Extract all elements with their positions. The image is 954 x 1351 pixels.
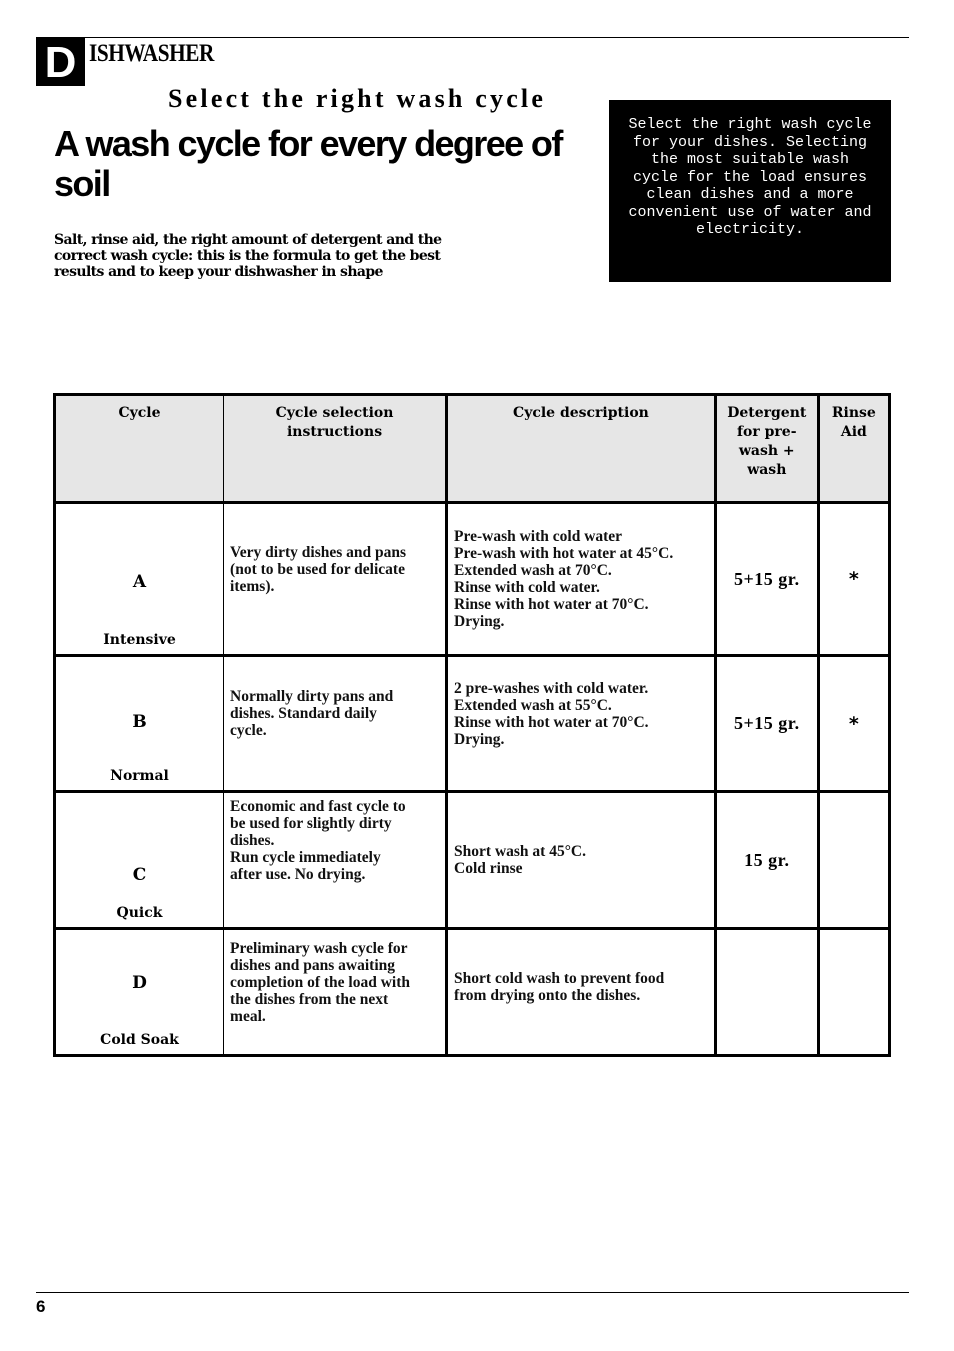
instruction-line: be used for slightly dirty	[230, 815, 392, 832]
drop-cap-letter: D	[44, 38, 77, 87]
cycle-letter: C	[132, 865, 147, 885]
instruction-line: (not to be used for delicate	[230, 560, 405, 578]
page-subtitle: Select the right wash cycle	[168, 84, 547, 113]
detergent-cell	[713, 928, 820, 1056]
description-line: from drying onto the dishes.	[454, 987, 641, 1004]
instruction-line: cycle.	[230, 722, 267, 739]
instruction-line: dishes.	[230, 832, 275, 849]
description-cell: Short cold wash to prevent food from dryi…	[445, 928, 717, 1056]
description-line: Rinse with hot water at 70°C.	[454, 713, 649, 731]
header-instructions-label: Cycle selection instructions	[275, 405, 394, 440]
table-row: A Intensive Very dirty dishes and pans (not…	[52, 502, 892, 656]
cycle-name: Quick	[116, 905, 163, 921]
header-detergent: Detergent for pre-wash + wash	[713, 394, 820, 503]
instruction-line: Preliminary wash cycle for	[230, 940, 408, 957]
description-line: Cold rinse	[454, 860, 523, 877]
description-line: Pre-wash with cold water	[454, 528, 623, 545]
instruction-line: Economic and fast cycle to	[230, 798, 406, 815]
description-line: 2 pre-washes with cold water.	[454, 679, 649, 697]
page-headline: A wash cycle for every degree of soil	[54, 123, 563, 204]
header-cycle: Cycle	[52, 394, 225, 503]
instructions-cell: Very dirty dishes and pans (not to be use…	[223, 502, 449, 656]
description-line: Drying.	[454, 730, 505, 748]
instruction-line: Normally dirty pans and	[230, 688, 394, 705]
instructions-cell: Normally dirty pans and dishes. Standard …	[223, 655, 449, 792]
cycle-letter: D	[132, 973, 147, 993]
header-instructions: Cycle selection instructions	[223, 394, 449, 503]
instruction-line: the dishes from the next	[230, 991, 389, 1008]
detergent-cell: 15 gr.	[713, 791, 820, 929]
description-cell: Short wash at 45°C. Cold rinse	[445, 791, 717, 929]
section-title: ISHWASHER	[89, 40, 214, 67]
header-detergent-label: Detergent for pre-wash + wash	[727, 405, 807, 478]
instruction-line: Run cycle immediately	[230, 849, 381, 866]
cycle-cell: A Intensive	[52, 502, 225, 656]
instruction-line: after use. No drying.	[230, 866, 366, 883]
cycle-name: Cold Soak	[100, 1032, 179, 1048]
description-line: Extended wash at 55°C.	[454, 696, 612, 714]
callout-text: Select the right wash cycle for your dis…	[628, 116, 872, 238]
table-header-row: Cycle Cycle selection instructions Cycle…	[52, 394, 892, 503]
callout-box: Select the right wash cycle for your dis…	[609, 100, 891, 282]
table-row: D Cold Soak Preliminary wash cycle for dish…	[52, 928, 892, 1056]
footer-rule	[36, 1292, 909, 1293]
header-description: Cycle description	[445, 394, 717, 503]
description-line: Extended wash at 70°C.	[454, 562, 612, 579]
page-number: 6	[36, 1297, 46, 1316]
wash-cycle-table: Cycle Cycle selection instructions Cycle…	[52, 393, 892, 1057]
cycle-letter: A	[132, 572, 147, 592]
instruction-line: items).	[230, 577, 275, 595]
drop-cap-box: D	[36, 37, 85, 87]
description-line: Rinse with cold water.	[454, 579, 600, 596]
instruction-line: meal.	[230, 1008, 266, 1025]
description-line: Short wash at 45°C.	[454, 843, 586, 860]
lead-paragraph: Salt, rinse aid, the right amount of det…	[54, 232, 442, 280]
detergent-cell: 5+15 gr.	[713, 655, 820, 792]
cycle-letter: B	[132, 712, 147, 732]
description-cell: 2 pre-washes with cold water. Extended wa…	[445, 655, 717, 792]
header-rinse-aid: Rinse Aid	[816, 394, 892, 503]
instruction-line: Very dirty dishes and pans	[230, 543, 407, 561]
instruction-line: completion of the load with	[230, 974, 410, 991]
detergent-cell: 5+15 gr.	[713, 502, 820, 656]
table-row: C Quick Economic and fast cycle to be used …	[52, 791, 892, 929]
description-line: Drying.	[454, 613, 505, 630]
header-rule	[85, 37, 909, 38]
instruction-line: dishes and pans awaiting	[230, 957, 395, 974]
description-cell: Pre-wash with cold water Pre-wash with ho…	[445, 502, 717, 656]
rinse-aid-cell	[816, 928, 892, 1056]
instructions-cell: Economic and fast cycle to be used for sl…	[223, 791, 449, 929]
cycle-cell: B Normal	[52, 655, 225, 792]
cycle-cell: D Cold Soak	[52, 928, 225, 1056]
rinse-aid-cell: *	[816, 655, 892, 792]
table-row: B Normal Normally dirty pans and dishes. St…	[52, 655, 892, 792]
description-line: Rinse with hot water at 70°C.	[454, 596, 649, 613]
cycle-name: Normal	[110, 768, 169, 784]
cycle-name: Intensive	[103, 632, 176, 648]
instructions-cell: Preliminary wash cycle for dishes and pan…	[223, 928, 449, 1056]
rinse-aid-cell: *	[816, 502, 892, 656]
rinse-aid-cell	[816, 791, 892, 929]
description-line: Short cold wash to prevent food	[454, 970, 665, 987]
description-line: Pre-wash with hot water at 45°C.	[454, 545, 674, 562]
cycle-cell: C Quick	[52, 791, 225, 929]
header-rinse-aid-label: Rinse Aid	[831, 405, 876, 440]
instruction-line: dishes. Standard daily	[230, 705, 377, 722]
